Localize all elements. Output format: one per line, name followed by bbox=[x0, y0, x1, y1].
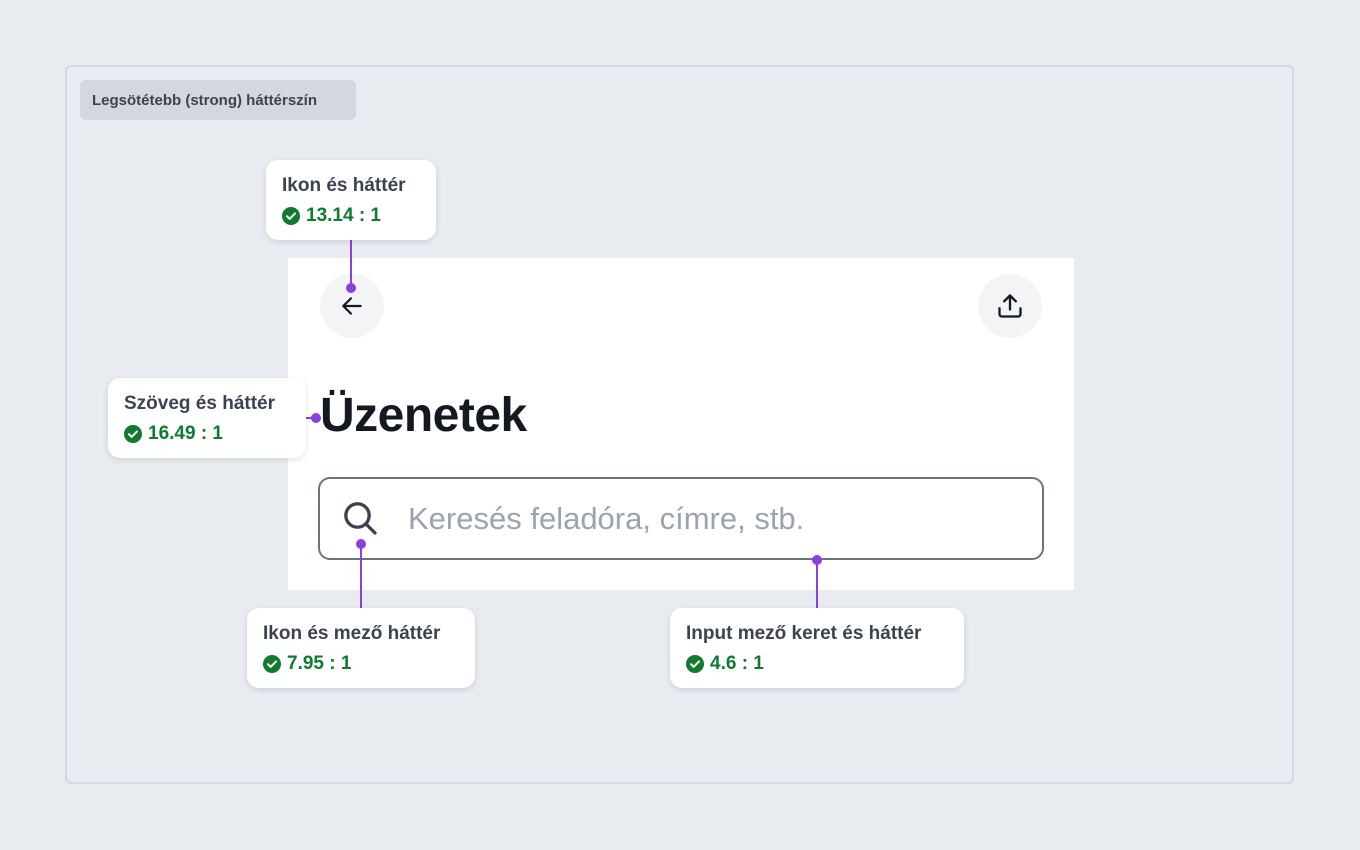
connector-dot bbox=[356, 539, 366, 549]
connector-dot bbox=[311, 413, 321, 423]
check-circle-icon bbox=[282, 207, 300, 225]
callout-ratio-row: 4.6 : 1 bbox=[686, 653, 764, 675]
callout-title: Ikon és háttér bbox=[282, 175, 406, 196]
page-title: Üzenetek bbox=[320, 389, 527, 442]
check-circle-icon bbox=[263, 655, 281, 673]
callout-title: Ikon és mező háttér bbox=[263, 623, 441, 644]
callout-ratio: 4.6 : 1 bbox=[710, 653, 764, 674]
upload-icon bbox=[998, 294, 1022, 318]
contrast-callout-icon-field: Ikon és mező háttér 7.95 : 1 bbox=[247, 608, 475, 688]
callout-ratio: 13.14 : 1 bbox=[306, 205, 381, 226]
callout-ratio-row: 13.14 : 1 bbox=[282, 205, 381, 227]
check-circle-icon bbox=[686, 655, 704, 673]
share-button[interactable] bbox=[978, 274, 1042, 338]
callout-title: Input mező keret és háttér bbox=[686, 623, 922, 644]
contrast-callout-text-background: Szöveg és háttér 16.49 : 1 bbox=[108, 378, 306, 458]
connector-line bbox=[816, 560, 818, 608]
arrow-left-icon bbox=[342, 297, 362, 315]
connector-line bbox=[350, 240, 352, 288]
callout-ratio-row: 7.95 : 1 bbox=[263, 653, 351, 675]
connector-dot bbox=[346, 283, 356, 293]
callout-ratio: 16.49 : 1 bbox=[148, 423, 223, 444]
search-input[interactable] bbox=[408, 496, 1028, 542]
connector-dot bbox=[812, 555, 822, 565]
callout-title: Szöveg és háttér bbox=[124, 393, 275, 414]
check-circle-icon bbox=[124, 425, 142, 443]
contrast-callout-input-border: Input mező keret és háttér 4.6 : 1 bbox=[670, 608, 964, 688]
connector-line bbox=[360, 544, 362, 608]
callout-ratio-row: 16.49 : 1 bbox=[124, 423, 223, 445]
search-icon bbox=[344, 502, 377, 535]
contrast-callout-icon-background: Ikon és háttér 13.14 : 1 bbox=[266, 160, 436, 240]
frame-label: Legsötétebb (strong) háttérszín bbox=[80, 80, 356, 120]
callout-ratio: 7.95 : 1 bbox=[287, 653, 352, 674]
